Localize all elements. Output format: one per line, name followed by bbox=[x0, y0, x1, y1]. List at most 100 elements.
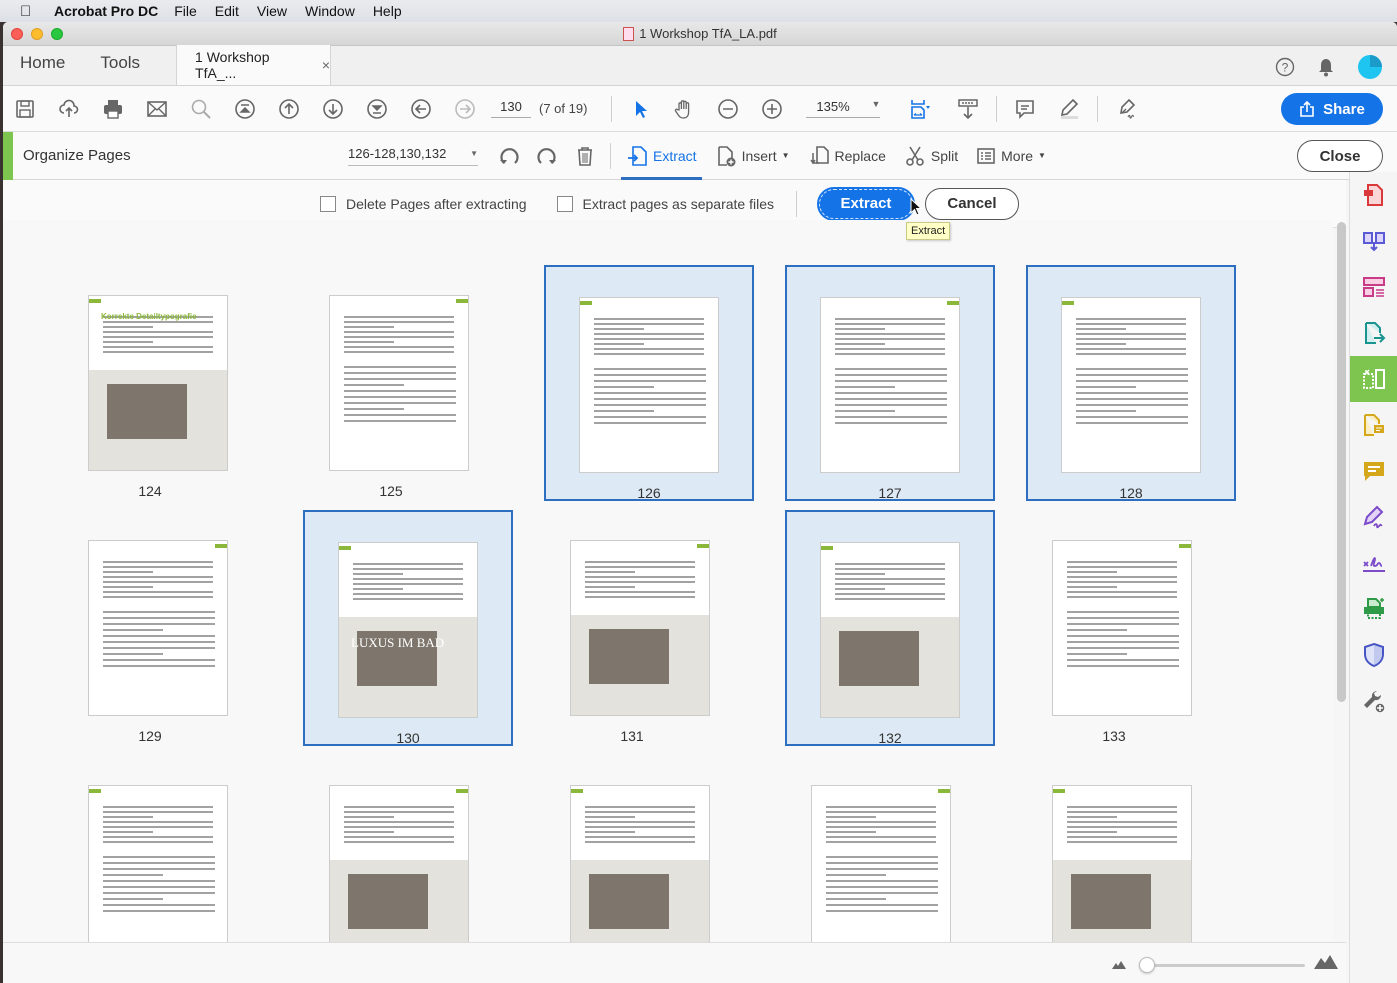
page-thumbnail[interactable] bbox=[66, 755, 276, 942]
close-window-button[interactable] bbox=[11, 28, 23, 40]
highlight-button[interactable] bbox=[1047, 86, 1091, 132]
insert-tool[interactable]: Insert ▼ bbox=[706, 132, 799, 180]
close-organize-button[interactable]: Close bbox=[1297, 140, 1383, 172]
page-range-select[interactable]: 126-128,130,132 ▼ bbox=[348, 146, 478, 166]
previous-page-button[interactable] bbox=[267, 86, 311, 132]
share-button[interactable]: Share bbox=[1281, 93, 1383, 125]
tool-comment-file[interactable] bbox=[1350, 402, 1397, 448]
forward-button[interactable] bbox=[443, 86, 487, 132]
text-line bbox=[344, 806, 454, 808]
more-tool[interactable]: More ▼ bbox=[967, 132, 1055, 180]
signature-icon bbox=[1363, 557, 1385, 572]
tool-print-production[interactable] bbox=[1350, 586, 1397, 632]
back-button[interactable] bbox=[399, 86, 443, 132]
page-thumbnail[interactable]: 133 bbox=[1030, 510, 1240, 746]
menu-file[interactable]: File bbox=[174, 3, 197, 19]
scroll-mode-button[interactable] bbox=[946, 86, 990, 132]
page-thumbnail[interactable] bbox=[307, 755, 517, 942]
vertical-scrollbar[interactable] bbox=[1337, 222, 1346, 702]
apple-icon[interactable]:  bbox=[20, 3, 40, 20]
separate-files-checkbox[interactable]: Extract pages as separate files bbox=[556, 195, 774, 212]
hand-tool[interactable] bbox=[662, 86, 706, 132]
rotate-counterclockwise-button[interactable] bbox=[490, 133, 528, 179]
scroll-down-icon bbox=[958, 98, 979, 119]
user-avatar[interactable] bbox=[1357, 54, 1383, 80]
comment-button[interactable] bbox=[1003, 86, 1047, 132]
page-thumbnail[interactable]: 131 bbox=[548, 510, 758, 746]
page-thumbnail[interactable]: 128 bbox=[1026, 265, 1236, 501]
tool-more-tools[interactable] bbox=[1350, 678, 1397, 724]
rotate-clockwise-button[interactable] bbox=[528, 133, 566, 179]
last-page-button[interactable] bbox=[355, 86, 399, 132]
page-thumbnail[interactable]: LUXUS IM BAD 130 bbox=[303, 510, 513, 746]
page-thumbnail[interactable]: Korrekte Detailtypografie 124 bbox=[66, 265, 276, 501]
page-thumbnail[interactable]: 132 bbox=[785, 510, 995, 746]
tool-fill-sign[interactable] bbox=[1350, 494, 1397, 540]
app-menu[interactable]: Acrobat Pro DC bbox=[54, 3, 158, 19]
tool-protect[interactable] bbox=[1350, 632, 1397, 678]
find-button[interactable] bbox=[179, 86, 223, 132]
small-mountain-icon[interactable] bbox=[1112, 960, 1126, 969]
tool-create-pdf[interactable] bbox=[1350, 172, 1397, 218]
text-line bbox=[585, 561, 695, 563]
first-page-button[interactable] bbox=[223, 86, 267, 132]
large-mountain-icon[interactable] bbox=[1314, 955, 1338, 969]
page-number-label: 126 bbox=[637, 485, 661, 501]
page-thumbnail[interactable]: 125 bbox=[307, 265, 517, 501]
text-line bbox=[344, 326, 394, 328]
menu-help[interactable]: Help bbox=[373, 3, 402, 19]
extract-tool[interactable]: Extract bbox=[617, 132, 706, 180]
menu-view[interactable]: View bbox=[257, 3, 287, 19]
page-thumbnail[interactable]: 126 bbox=[544, 265, 754, 501]
page-thumbnail[interactable] bbox=[548, 755, 758, 942]
cancel-button[interactable]: Cancel bbox=[924, 187, 1019, 220]
zoom-window-button[interactable] bbox=[51, 28, 63, 40]
delete-pages-checkbox[interactable]: Delete Pages after extracting bbox=[320, 195, 527, 212]
page-thumbnail[interactable] bbox=[1030, 755, 1240, 942]
delete-pages-button[interactable] bbox=[566, 133, 604, 179]
text-line bbox=[1067, 806, 1177, 808]
close-tab-icon[interactable]: × bbox=[322, 57, 330, 73]
select-tool[interactable] bbox=[618, 86, 662, 132]
notification-bell-icon[interactable] bbox=[1317, 57, 1335, 77]
page-thumbnail[interactable] bbox=[789, 755, 999, 942]
replace-tool[interactable]: Replace bbox=[799, 132, 895, 180]
zoom-out-button[interactable] bbox=[706, 86, 750, 132]
tab-document[interactable]: 1 Workshop TfA_... × bbox=[176, 45, 332, 85]
tool-organize-pages[interactable] bbox=[1350, 356, 1397, 402]
thumbnail-size-slider[interactable] bbox=[1145, 964, 1305, 967]
text-line bbox=[585, 591, 695, 593]
tool-edit-pdf[interactable] bbox=[1350, 264, 1397, 310]
extract-button[interactable]: Extract bbox=[816, 186, 915, 221]
toolbar-divider bbox=[1097, 95, 1099, 122]
zoom-level-select[interactable]: 135% ▼ bbox=[806, 99, 881, 118]
email-button[interactable] bbox=[135, 86, 179, 132]
upload-button[interactable] bbox=[47, 86, 91, 132]
first-page-icon bbox=[235, 98, 255, 119]
minimize-window-button[interactable] bbox=[31, 28, 43, 40]
menu-edit[interactable]: Edit bbox=[215, 3, 239, 19]
tab-home[interactable]: Home bbox=[3, 53, 83, 85]
print-button[interactable] bbox=[91, 86, 135, 132]
save-button[interactable] bbox=[3, 86, 47, 132]
page-thumbnail[interactable]: 127 bbox=[785, 265, 995, 501]
thumbnail-size-slider-handle[interactable] bbox=[1139, 957, 1155, 973]
page-thumbnail[interactable]: 129 bbox=[66, 510, 276, 746]
delete-pages-checkbox-box[interactable] bbox=[320, 195, 336, 212]
split-tool[interactable]: Split bbox=[895, 132, 967, 180]
page-display-button[interactable] bbox=[894, 86, 946, 132]
tool-combine-files[interactable] bbox=[1350, 218, 1397, 264]
text-line bbox=[103, 880, 215, 882]
page-number-input[interactable]: 130 bbox=[491, 99, 531, 118]
tool-export-pdf[interactable] bbox=[1350, 310, 1397, 356]
tool-comment[interactable] bbox=[1350, 448, 1397, 494]
fill-sign-button[interactable] bbox=[1104, 86, 1148, 132]
next-page-button[interactable] bbox=[311, 86, 355, 132]
zoom-in-button[interactable] bbox=[750, 86, 794, 132]
menu-window[interactable]: Window bbox=[305, 3, 355, 19]
tool-send-for-signature[interactable] bbox=[1350, 540, 1397, 586]
text-line bbox=[1076, 368, 1188, 370]
tab-tools[interactable]: Tools bbox=[83, 53, 158, 85]
help-icon[interactable]: ? bbox=[1275, 57, 1295, 77]
separate-files-checkbox-box[interactable] bbox=[556, 195, 573, 212]
